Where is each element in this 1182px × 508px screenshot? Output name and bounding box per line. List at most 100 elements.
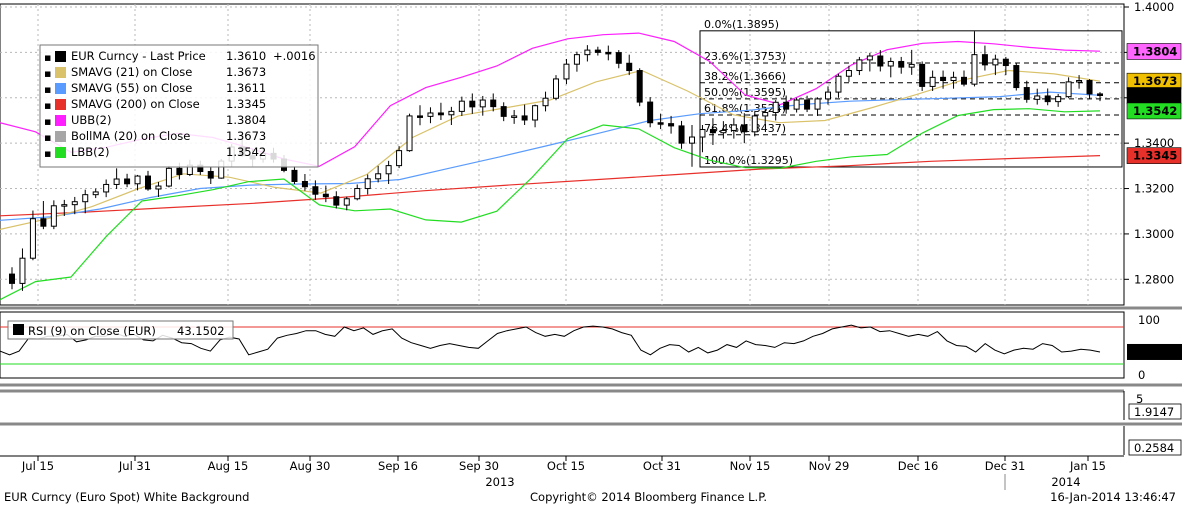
lower-panels: 51.91470.2584: [0, 383, 1182, 456]
candle-up: [971, 54, 978, 85]
candle-down: [594, 49, 601, 53]
price-badge-label: 1.3804: [1133, 44, 1177, 58]
legend-entry-value: 1.3804: [226, 113, 266, 127]
candle-up: [887, 60, 894, 67]
legend-bullet-icon: ▪: [44, 51, 51, 64]
x-tick-label: Nov 15: [730, 459, 771, 473]
candle-down: [804, 99, 811, 110]
fibonacci-level-label: 50.0%(1.3595): [704, 86, 786, 99]
candle-up: [772, 101, 779, 114]
candle-down: [961, 76, 967, 85]
rsi-legend-value: 43.1502: [177, 324, 225, 338]
candle-up: [511, 115, 518, 118]
legend-entry-name: SMAVG (21) on Close: [71, 65, 192, 79]
candle-up: [699, 129, 706, 138]
fibonacci-level-label: 23.6%(1.3753): [704, 50, 786, 63]
legend-entry-name: LBB(2): [71, 145, 109, 159]
x-year-label: 2014: [1051, 475, 1080, 489]
candle-up: [992, 58, 999, 66]
legend-bullet-icon: ▪: [44, 115, 51, 128]
footer-copyright: Copyright© 2014 Bloomberg Finance L.P.: [530, 490, 767, 504]
candle-down: [615, 52, 622, 64]
candle-down: [500, 106, 507, 117]
x-tick-label: Jul 31: [118, 459, 151, 473]
candle-up: [856, 59, 863, 72]
x-tick-label: Dec 16: [898, 459, 939, 473]
candle-up: [113, 178, 120, 185]
fibonacci-level-label: 100.0%(1.3295): [704, 154, 793, 167]
candle-up: [751, 115, 758, 133]
candle-up: [950, 76, 957, 82]
candle-up: [134, 175, 141, 185]
rsi-legend-swatch: [13, 324, 24, 335]
legend-swatch: [55, 131, 66, 142]
price-panel: 0.0%(1.3895) 23.6%(1.3753) 38.2%(1.3666) 50…: [0, 0, 1182, 306]
candle-down: [1086, 80, 1093, 95]
legend-swatch: [55, 115, 66, 126]
x-tick-label: Nov 29: [809, 459, 850, 473]
candle-up: [835, 75, 842, 93]
footer-timestamp: 16-Jan-2014 13:46:47: [1050, 490, 1176, 504]
legend-bullet-icon: ▪: [44, 99, 51, 112]
candle-up: [866, 55, 873, 61]
candle-down: [877, 55, 884, 67]
candle-up: [563, 63, 570, 80]
candle-down: [322, 193, 329, 198]
candle-down: [605, 51, 612, 55]
legend-entry-value: 1.3542: [226, 145, 266, 159]
candle-down: [312, 186, 319, 195]
candle-down: [1044, 95, 1051, 103]
price-badge-label: 1.3610: [1133, 89, 1177, 103]
candle-down: [668, 123, 675, 127]
rsi-y-tick-label: 100: [1138, 313, 1160, 327]
lower-badge-label: 1.9147: [1134, 405, 1174, 419]
legend-entry-name: UBB(2): [71, 113, 112, 127]
x-tick-label: Dec 31: [985, 459, 1026, 473]
candle-down: [1013, 65, 1020, 89]
candle-up: [814, 98, 821, 110]
legend-entry-name: EUR Curncy - Last Price: [71, 49, 206, 63]
footer-security-name: EUR Curncy (Euro Spot) White Background: [4, 490, 250, 504]
candle-down: [898, 60, 905, 68]
candle-up: [92, 191, 99, 196]
legend-bullet-icon: ▪: [44, 131, 51, 144]
price-y-tick-label: 1.2800: [1134, 272, 1174, 286]
candle-up: [730, 124, 737, 131]
x-tick-label: Sep 30: [459, 459, 499, 473]
price-y-tick-label: 1.3000: [1134, 227, 1174, 241]
candle-up: [458, 100, 465, 112]
fibonacci-level-label: 38.2%(1.3666): [704, 70, 786, 83]
legend-bullet-icon: ▪: [44, 83, 51, 96]
candle-down: [521, 115, 528, 121]
candle-down: [291, 169, 298, 183]
legend-entry-value: 1.3611: [226, 81, 266, 95]
candle-up: [82, 194, 89, 203]
candle-up: [61, 204, 68, 207]
candle-up: [343, 198, 350, 206]
candle-down: [940, 76, 947, 82]
legend-entry-value: 1.3673: [226, 65, 266, 79]
candle-up: [825, 91, 831, 100]
rsi-legend-name: RSI (9) on Close (EUR): [28, 324, 156, 338]
candle-up: [375, 173, 382, 180]
candle-up: [689, 136, 695, 144]
candle-up: [155, 185, 162, 190]
price-y-axis: 1.28001.30001.32001.34001.4000: [1124, 0, 1174, 286]
candle-up: [427, 112, 434, 117]
candle-up: [364, 178, 371, 190]
legend-entry-value: 1.3345: [226, 97, 266, 111]
candle-down: [301, 181, 308, 188]
candle-up: [573, 54, 580, 65]
candle-down: [333, 196, 340, 206]
candle-up: [720, 129, 727, 134]
candle-up: [845, 70, 852, 77]
candle-up: [762, 112, 769, 117]
candle-down: [919, 63, 926, 87]
candle-down: [469, 100, 476, 108]
x-axis: Jul 15 Jul 31 Aug 15 Aug 30 Sep 16 Sep 30 Oct …: [0, 455, 1124, 490]
candle-up: [479, 99, 486, 108]
candle-up: [354, 188, 361, 200]
legend-bullet-icon: ▪: [44, 67, 51, 80]
price-y-tick-label: 1.3200: [1134, 182, 1174, 196]
x-tick-label: Jan 15: [1069, 459, 1106, 473]
